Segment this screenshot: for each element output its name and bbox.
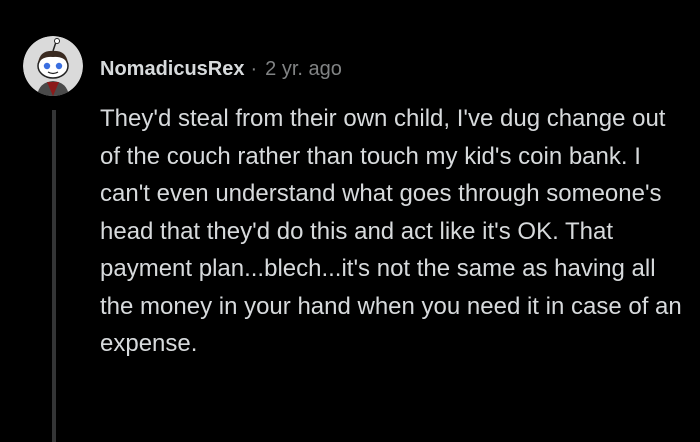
comment-timestamp[interactable]: 2 yr. ago (265, 58, 342, 81)
username-link[interactable]: NomadicusRex (100, 58, 245, 81)
snoo-avatar-icon (23, 36, 83, 96)
comment-meta: NomadicusRex · 2 yr. ago (100, 55, 342, 83)
comment-body: They'd steal from their own child, I've … (100, 105, 682, 357)
user-avatar[interactable] (23, 36, 83, 96)
thread-line[interactable] (52, 110, 56, 442)
meta-separator: · (250, 57, 258, 80)
